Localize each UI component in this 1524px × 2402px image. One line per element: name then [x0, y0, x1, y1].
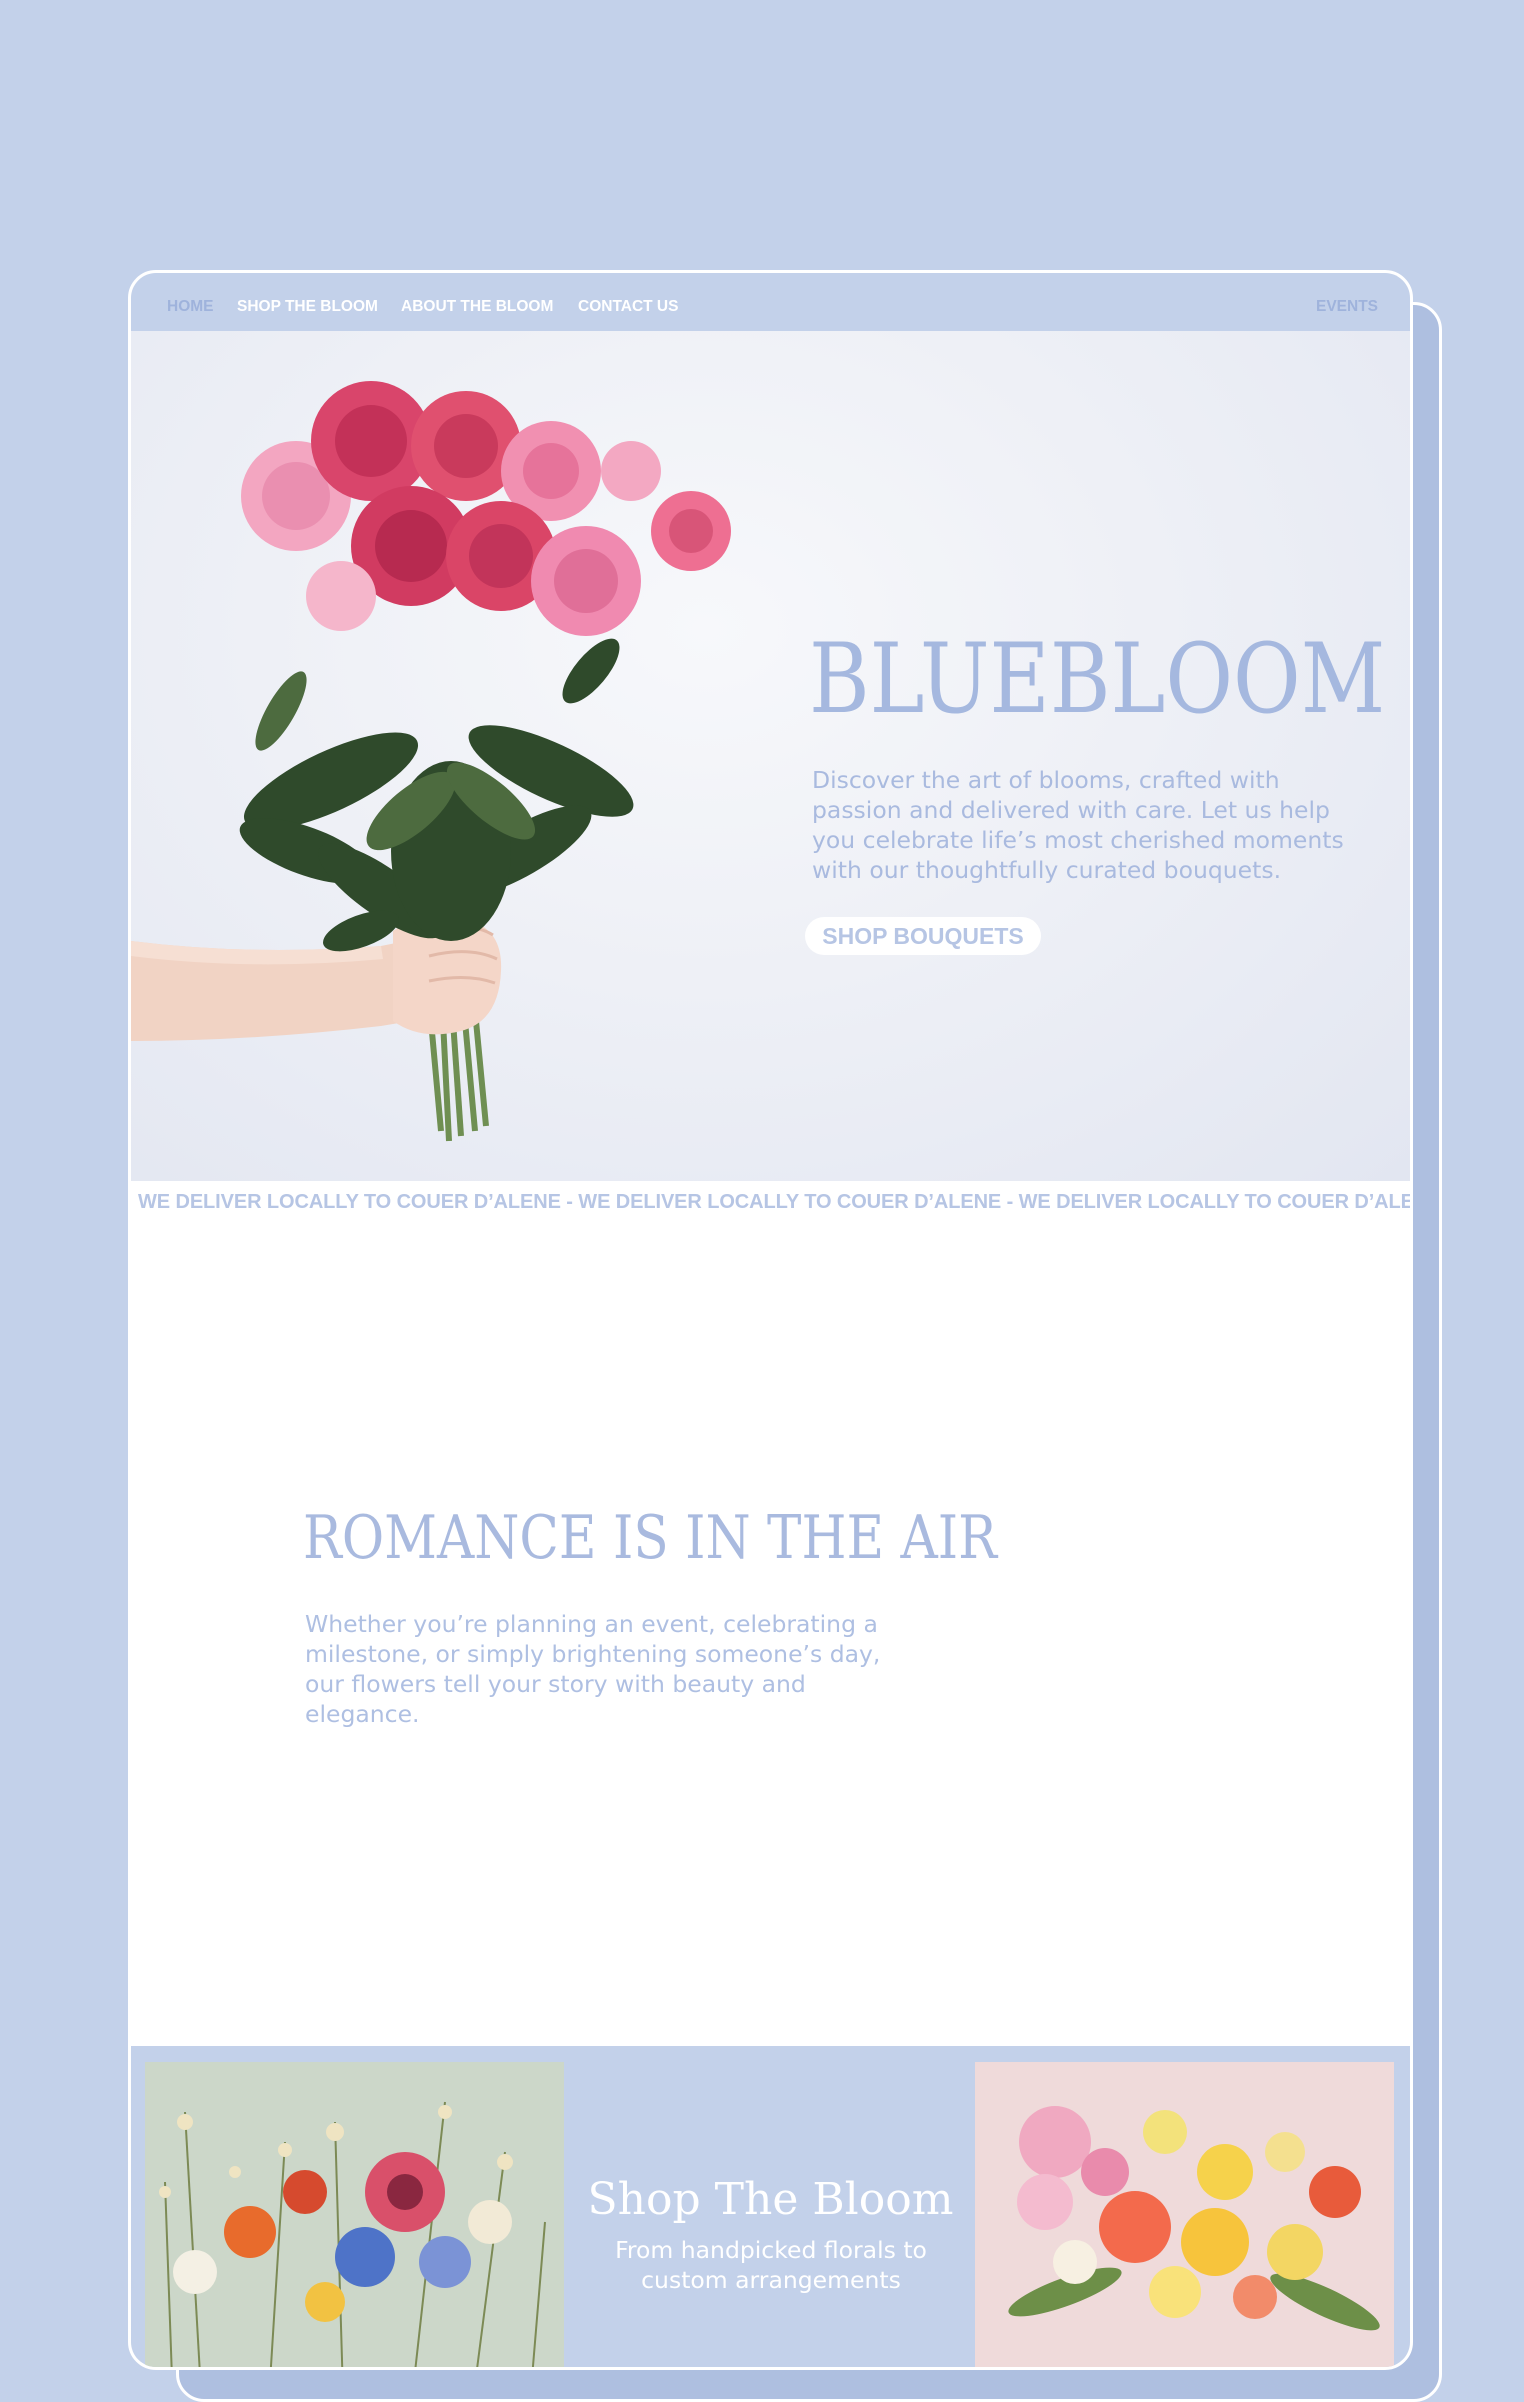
delivery-marquee: WE DELIVER LOCALLY TO COUER D’ALENE - WE… [131, 1181, 1410, 1221]
romance-heading: ROMANCE IS IN THE AIR [303, 1503, 998, 1573]
hero-description: Discover the art of blooms, crafted with… [812, 766, 1344, 884]
nav-about-the-bloom[interactable]: ABOUT THE BLOOM [401, 298, 553, 316]
shop-the-bloom-section: Shop The Bloom From handpicked florals t… [131, 2046, 1410, 2367]
peony-bouquet-image [131, 381, 731, 1142]
shop-bouquets-button[interactable]: SHOP BOUQUETS [805, 917, 1041, 955]
marquee-text: WE DELIVER LOCALLY TO COUER D’ALENE - WE… [138, 1191, 1410, 1213]
hero-section: BLUEBLOOM Discover the art of blooms, cr… [131, 331, 1410, 1181]
nav-contact-us[interactable]: CONTACT US [578, 298, 678, 316]
nav-events[interactable]: EVENTS [1316, 298, 1378, 316]
nav-shop-the-bloom[interactable]: SHOP THE BLOOM [237, 298, 378, 316]
hero-title: BLUEBLOOM [809, 623, 1386, 735]
browser-frame: HOME SHOP THE BLOOM ABOUT THE BLOOM CONT… [128, 270, 1413, 2370]
top-navigation: HOME SHOP THE BLOOM ABOUT THE BLOOM CONT… [131, 273, 1410, 331]
romance-description: Whether you’re planning an event, celebr… [305, 1610, 881, 1728]
colorful-bouquet-image [975, 2062, 1394, 2367]
shop-section-description: From handpicked florals to custom arrang… [615, 2236, 927, 2294]
nav-home[interactable]: HOME [167, 298, 214, 316]
